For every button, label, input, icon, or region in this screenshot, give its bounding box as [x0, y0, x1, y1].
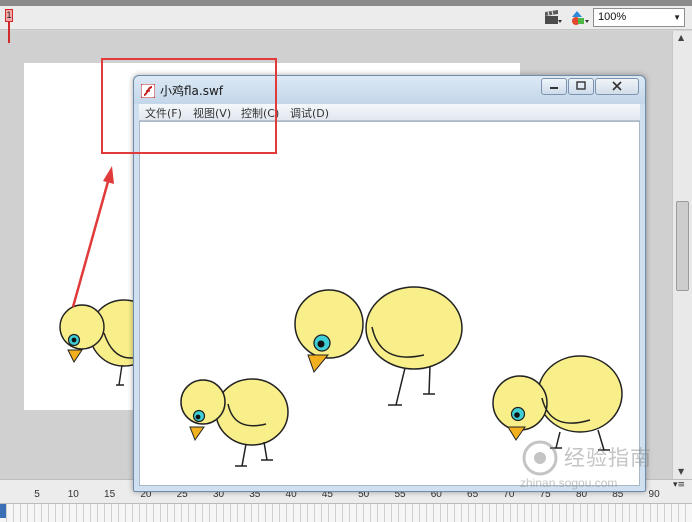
flash-player-icon [140, 83, 156, 99]
swf-player-window[interactable]: 小鸡fla.swf 文件(F) 视图(V) 控制(C) 调试(D) [133, 75, 646, 492]
maximize-icon [576, 81, 586, 90]
playhead-line [8, 22, 10, 43]
watermark-text: 经验指南 [564, 446, 652, 470]
zoom-select[interactable]: 100% ▼ [593, 8, 685, 27]
layer-marker [0, 504, 6, 518]
edit-toolbar: 100% ▼ [0, 6, 692, 30]
menu-debug[interactable]: 调试(D) [290, 105, 329, 121]
close-icon [612, 81, 622, 91]
menu-control[interactable]: 控制(C) [241, 105, 279, 121]
frame-label: 5 [34, 489, 40, 500]
maximize-button[interactable] [568, 78, 594, 95]
chick-small-left [180, 378, 289, 467]
swf-playback-area[interactable] [139, 121, 640, 486]
frame-label: 15 [104, 489, 116, 500]
minimize-icon [550, 87, 558, 89]
sogou-paw-logo-icon [522, 440, 558, 476]
swf-menubar: 文件(F) 视图(V) 控制(C) 调试(D) [139, 104, 640, 121]
swf-titlebar[interactable]: 小鸡fla.swf [134, 76, 645, 104]
scrollbar-thumb[interactable] [676, 201, 689, 291]
close-button[interactable] [595, 78, 639, 95]
sogou-watermark: 经验指南 zhinan.sogou.com [512, 440, 692, 490]
clapperboard-icon[interactable] [543, 10, 563, 26]
vertical-scrollbar[interactable]: ▲ ▼ [672, 31, 692, 479]
chick-large [294, 286, 463, 406]
frame-cells[interactable] [0, 503, 692, 522]
menu-file[interactable]: 文件(F) [145, 105, 182, 121]
window-controls [540, 78, 639, 96]
zoom-value: 100% [598, 11, 627, 23]
watermark-url: zhinan.sogou.com [520, 476, 618, 490]
symbol-shapes-icon[interactable] [570, 10, 590, 26]
chicks-animation-artwork [180, 286, 623, 467]
chevron-down-icon: ▼ [673, 13, 681, 22]
playhead[interactable]: 1 [5, 9, 13, 22]
frame-label: 90 [648, 489, 660, 500]
minimize-button[interactable] [541, 78, 567, 95]
chick-small-right [492, 355, 623, 451]
swf-window-title: 小鸡fla.swf [160, 84, 224, 98]
frame-label: 10 [67, 489, 79, 500]
menu-view[interactable]: 视图(V) [193, 105, 231, 121]
scroll-up-icon[interactable]: ▲ [678, 33, 684, 42]
